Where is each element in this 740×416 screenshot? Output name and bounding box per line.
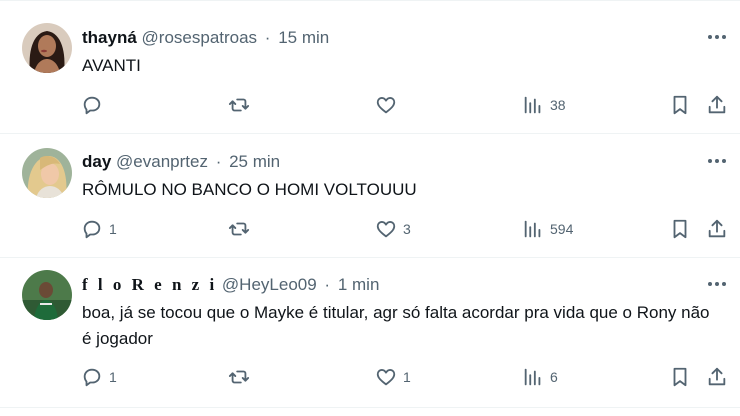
avatar[interactable]: [22, 23, 72, 73]
action-bar: 1 1 6: [0, 365, 740, 389]
retweet-icon: [228, 98, 250, 112]
reply-icon: [83, 220, 101, 239]
reply-icon: [83, 368, 101, 387]
avatar[interactable]: [22, 148, 72, 198]
reply-count: 1: [109, 221, 117, 237]
user-handle[interactable]: @evanprtez: [116, 152, 208, 171]
heart-icon: [376, 97, 396, 114]
view-count: 6: [550, 369, 558, 385]
tweet-header: day @evanprtez · 25 min: [82, 151, 280, 173]
reply-count: 1: [109, 369, 117, 385]
view-count: 594: [550, 221, 574, 237]
tweet-text: RÔMULO NO BANCO O HOMI VOLTOUUU: [82, 180, 417, 199]
bookmark-button[interactable]: [669, 365, 691, 389]
heart-icon: [376, 369, 396, 386]
bookmark-icon: [673, 367, 687, 387]
action-bar: 1 3 594: [0, 217, 740, 241]
user-handle[interactable]: @rosespatroas: [142, 28, 258, 47]
bookmark-icon: [673, 95, 687, 115]
separator: ·: [264, 28, 271, 47]
like-count: 1: [403, 369, 411, 385]
retweet-button[interactable]: [228, 365, 256, 389]
views-button[interactable]: 6: [522, 365, 558, 389]
reply-button[interactable]: [81, 93, 109, 117]
tweet-text: boa, já se tocou que o Mayke é titular, …: [82, 303, 710, 348]
views-button[interactable]: 594: [522, 217, 573, 241]
display-name[interactable]: thayná: [82, 28, 137, 47]
more-dots-icon[interactable]: [706, 274, 728, 294]
tweet-header: thayná @rosespatroas · 15 min: [82, 27, 329, 49]
display-name[interactable]: day: [82, 152, 111, 171]
reply-button[interactable]: 1: [81, 217, 117, 241]
timestamp[interactable]: 1 min: [338, 275, 380, 294]
reply-button[interactable]: 1: [81, 365, 117, 389]
bookmark-button[interactable]: [669, 217, 691, 241]
like-button[interactable]: 1: [375, 365, 411, 389]
like-button[interactable]: 3: [375, 217, 411, 241]
heart-icon: [376, 221, 396, 238]
action-bar: 38: [0, 93, 740, 117]
reply-icon: [83, 96, 101, 115]
timestamp[interactable]: 15 min: [278, 28, 329, 47]
retweet-icon: [228, 370, 250, 384]
tweet-text: AVANTI: [82, 56, 141, 75]
tweet-item[interactable]: thayná @rosespatroas · 15 min AVANTI 38: [0, 0, 740, 134]
views-chart-icon: [524, 220, 541, 238]
more-dots-icon[interactable]: [706, 151, 728, 171]
tweet-header: f l o R e n z i @HeyLeo09 · 1 min: [82, 274, 379, 296]
like-count: 3: [403, 221, 411, 237]
retweet-button[interactable]: [228, 93, 256, 117]
retweet-icon: [228, 222, 250, 236]
like-button[interactable]: [375, 93, 403, 117]
user-handle[interactable]: @HeyLeo09: [222, 275, 317, 294]
tweet-item[interactable]: day @evanprtez · 25 min RÔMULO NO BANCO …: [0, 134, 740, 258]
share-button[interactable]: [706, 93, 728, 117]
timestamp[interactable]: 25 min: [229, 152, 280, 171]
views-chart-icon: [524, 368, 541, 386]
view-count: 38: [550, 97, 566, 113]
retweet-button[interactable]: [228, 217, 256, 241]
bookmark-button[interactable]: [669, 93, 691, 117]
share-icon: [708, 95, 726, 114]
share-button[interactable]: [706, 217, 728, 241]
views-chart-icon: [524, 96, 541, 114]
avatar[interactable]: [22, 270, 72, 320]
share-icon: [708, 367, 726, 386]
display-name[interactable]: f l o R e n z i: [82, 275, 217, 294]
separator: ·: [324, 275, 331, 294]
bookmark-icon: [673, 219, 687, 239]
share-button[interactable]: [706, 365, 728, 389]
share-icon: [708, 219, 726, 238]
tweet-item[interactable]: f l o R e n z i @HeyLeo09 · 1 min boa, j…: [0, 258, 740, 408]
views-button[interactable]: 38: [522, 93, 566, 117]
separator: ·: [215, 152, 222, 171]
more-dots-icon[interactable]: [706, 27, 728, 47]
